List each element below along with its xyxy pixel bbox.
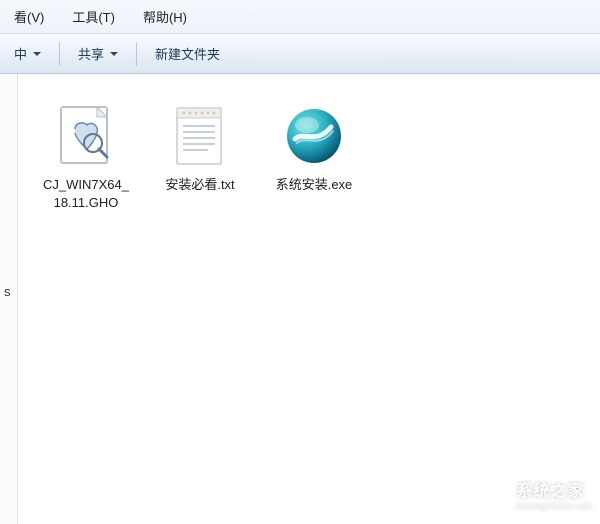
- toolbar-share-label: 共享: [78, 44, 104, 63]
- watermark-text-block: 系统之家 xitongzhijia.net: [516, 477, 592, 511]
- watermark-subtitle: xitongzhijia.net: [516, 501, 592, 511]
- file-label: CJ_WIN7X64_18.11.GHO: [40, 176, 132, 211]
- toolbar-separator: [136, 42, 137, 66]
- watermark-title: 系统之家: [516, 477, 592, 501]
- menu-view[interactable]: 看(V): [4, 4, 54, 29]
- file-list[interactable]: CJ_WIN7X64_18.11.GHO 安装必看.txt: [18, 74, 600, 524]
- toolbar-include-in-library[interactable]: 中: [4, 40, 51, 67]
- gho-file-icon: [52, 102, 120, 170]
- file-item-txt[interactable]: 安装必看.txt: [152, 98, 248, 198]
- main-area: s CJ_WIN7X64_18.11.GHO: [0, 74, 600, 524]
- file-label: 安装必看.txt: [154, 176, 246, 194]
- toolbar-separator: [59, 42, 60, 66]
- toolbar-new-folder-label: 新建文件夹: [155, 44, 220, 63]
- watermark: 系统之家 xitongzhijia.net: [476, 477, 592, 511]
- toolbar: 中 共享 新建文件夹: [0, 34, 600, 74]
- house-icon: [476, 479, 510, 509]
- toolbar-new-folder[interactable]: 新建文件夹: [145, 40, 230, 67]
- chevron-down-icon: [110, 52, 118, 56]
- toolbar-include-label: 中: [14, 44, 27, 63]
- chevron-down-icon: [33, 52, 41, 56]
- toolbar-share[interactable]: 共享: [68, 40, 128, 67]
- menu-bar: 看(V) 工具(T) 帮助(H): [0, 0, 600, 34]
- navigation-pane[interactable]: s: [0, 74, 18, 524]
- file-item-gho[interactable]: CJ_WIN7X64_18.11.GHO: [38, 98, 134, 215]
- sidebar-fragment: s: [4, 284, 11, 299]
- file-item-exe[interactable]: 系统安装.exe: [266, 98, 362, 198]
- file-label: 系统安装.exe: [268, 176, 360, 194]
- menu-tools[interactable]: 工具(T): [62, 4, 125, 29]
- txt-file-icon: [166, 102, 234, 170]
- menu-help[interactable]: 帮助(H): [133, 4, 197, 29]
- exe-file-icon: [280, 102, 348, 170]
